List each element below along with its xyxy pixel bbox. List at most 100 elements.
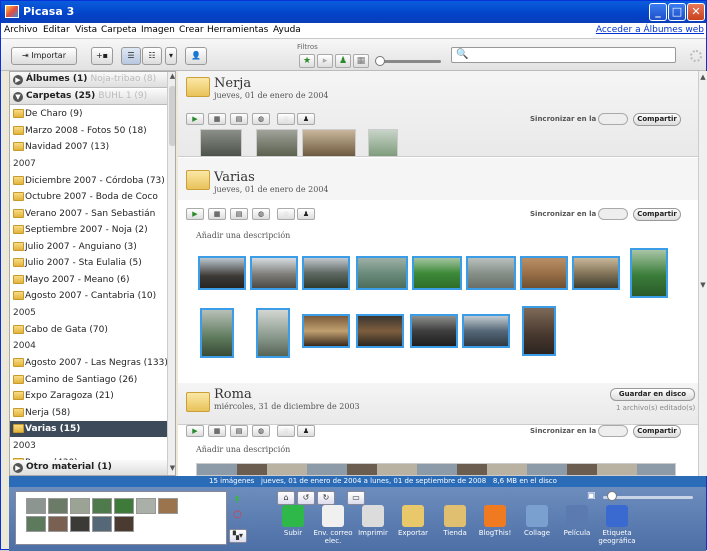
tray-thumbnail[interactable] bbox=[48, 516, 68, 532]
tray-thumbnail[interactable] bbox=[70, 498, 90, 514]
photo-thumbnail[interactable] bbox=[356, 314, 404, 348]
tray-tool-button[interactable]: Collage bbox=[517, 505, 557, 537]
filter-geotag-button[interactable]: ▦ bbox=[353, 54, 369, 68]
sidebar-folder-item[interactable]: De Charo (9) bbox=[10, 106, 167, 122]
album-description[interactable]: Añadir una descripción bbox=[196, 231, 290, 240]
rotate-left-button[interactable]: ↺ bbox=[297, 491, 315, 505]
photo-thumbnail[interactable] bbox=[356, 256, 408, 290]
people-button[interactable]: ♟ bbox=[297, 425, 315, 437]
photo-thumbnail[interactable] bbox=[466, 256, 516, 290]
tree-view-button[interactable]: ☷ bbox=[142, 47, 162, 65]
photo-thumbnail[interactable] bbox=[302, 314, 350, 348]
menu-archivo[interactable]: Archivo bbox=[4, 25, 38, 35]
clear-selection-icon[interactable]: ○ bbox=[233, 509, 242, 520]
menu-editar[interactable]: Editar bbox=[43, 25, 70, 35]
tray-thumbnail[interactable] bbox=[70, 516, 90, 532]
sidebar-folder-item[interactable]: Nerja (58) bbox=[10, 405, 167, 421]
sidebar-folder-item[interactable]: Cabo de Gata (70) bbox=[10, 322, 167, 338]
home-button[interactable]: ⌂ bbox=[277, 491, 295, 505]
scroll-up-arrow-icon[interactable]: ▲ bbox=[168, 72, 175, 82]
albums-header[interactable]: ▶ Álbumes (1) Noja-tribao (8) bbox=[10, 72, 167, 88]
tray-tool-button[interactable]: Exportar bbox=[393, 505, 433, 537]
menu-vista[interactable]: Vista bbox=[75, 25, 97, 35]
sidebar-folder-item[interactable]: Camino de Santiago (26) bbox=[10, 372, 167, 388]
tray-add-button[interactable]: ▚▾ bbox=[229, 529, 247, 543]
photo-thumbnail[interactable] bbox=[520, 256, 568, 290]
selection-tray[interactable] bbox=[15, 491, 227, 545]
rotate-right-button[interactable]: ↻ bbox=[317, 491, 335, 505]
tray-thumbnail[interactable] bbox=[26, 498, 46, 514]
add-to-album-button[interactable]: +▪ bbox=[91, 47, 113, 65]
tray-tool-button[interactable]: Imprimir bbox=[353, 505, 393, 537]
play-slideshow-button[interactable]: ▶ bbox=[186, 113, 204, 125]
photo-thumbnail[interactable] bbox=[302, 256, 350, 290]
sidebar-folder-item[interactable]: Agosto 2007 - Cantabria (10) bbox=[10, 288, 167, 304]
sidebar-folder-item[interactable]: Agosto 2007 - Las Negras (133) bbox=[10, 355, 168, 371]
maximize-button[interactable]: □ bbox=[668, 3, 686, 21]
people-button[interactable]: 👤 bbox=[185, 47, 207, 65]
tray-tool-button[interactable]: Película bbox=[557, 505, 597, 537]
menu-ayuda[interactable]: Ayuda bbox=[273, 25, 301, 35]
collage-button[interactable]: ▦ bbox=[208, 113, 226, 125]
photo-thumbnail[interactable] bbox=[522, 306, 556, 356]
share-button[interactable]: Compartir bbox=[633, 208, 681, 221]
sidebar-folder-item[interactable]: Julio 2007 - Sta Eulalia (5) bbox=[10, 255, 167, 271]
sidebar-scrollbar[interactable]: ▲ ▼ bbox=[167, 72, 175, 475]
close-button[interactable]: ✕ bbox=[687, 3, 705, 21]
geotag-button[interactable]: ◍ bbox=[252, 208, 270, 220]
photo-thumbnail[interactable] bbox=[462, 314, 510, 348]
photo-thumbnail[interactable] bbox=[410, 314, 458, 348]
people-button[interactable]: ♟ bbox=[297, 113, 315, 125]
tray-tool-button[interactable]: BlogThis! bbox=[475, 505, 515, 537]
search-input[interactable]: 🔍 bbox=[451, 47, 676, 63]
menu-carpeta[interactable]: Carpeta bbox=[101, 25, 137, 35]
photo-thumbnail[interactable] bbox=[256, 308, 290, 358]
sidebar-folder-item[interactable]: Verano 2007 - San Sebastián bbox=[10, 206, 167, 222]
sidebar-folder-item[interactable]: Varias (15) bbox=[10, 421, 167, 437]
photo-thumbnail[interactable] bbox=[200, 308, 234, 358]
thumbnail-size-knob[interactable] bbox=[607, 491, 617, 501]
photo-thumbnail-strip[interactable] bbox=[196, 463, 676, 476]
scroll-up-arrow-icon[interactable]: ▲ bbox=[699, 73, 707, 81]
tray-thumbnail[interactable] bbox=[114, 516, 134, 532]
sidebar-scroll-thumb[interactable] bbox=[169, 86, 175, 146]
date-filter-knob[interactable] bbox=[375, 56, 385, 66]
photo-thumbnail[interactable] bbox=[368, 129, 398, 157]
tray-thumbnail[interactable] bbox=[114, 498, 134, 514]
photo-thumbnail[interactable] bbox=[572, 256, 620, 290]
library-scrollbar[interactable]: ▲ ▼ bbox=[698, 71, 707, 476]
photo-thumbnail[interactable] bbox=[256, 129, 298, 157]
sidebar-folder-item[interactable]: Julio 2007 - Anguiano (3) bbox=[10, 239, 167, 255]
expand-arrow-icon[interactable]: ▶ bbox=[13, 75, 23, 85]
star-button[interactable]: ☆ bbox=[277, 425, 295, 437]
tray-tool-button[interactable]: Etiqueta geográfica bbox=[597, 505, 637, 545]
people-button[interactable]: ♟ bbox=[297, 208, 315, 220]
star-button[interactable]: ☆ bbox=[277, 208, 295, 220]
collage-button[interactable]: ▦ bbox=[208, 425, 226, 437]
album-description[interactable]: Añadir una descripción bbox=[196, 445, 290, 454]
date-filter-slider[interactable] bbox=[379, 60, 441, 63]
filter-faces-button[interactable]: ♟ bbox=[335, 54, 351, 68]
album-title[interactable]: Nerja bbox=[214, 76, 251, 91]
tray-thumbnail[interactable] bbox=[26, 516, 46, 532]
geotag-button[interactable]: ◍ bbox=[252, 113, 270, 125]
tray-thumbnail[interactable] bbox=[48, 498, 68, 514]
hold-pin-icon[interactable]: ↟ bbox=[233, 495, 241, 506]
sidebar-folder-item[interactable]: Septiembre 2007 - Noja (2) bbox=[10, 222, 167, 238]
caption-button[interactable]: ▭ bbox=[347, 491, 365, 505]
minimize-button[interactable]: _ bbox=[649, 3, 667, 21]
sidebar-folder-item[interactable]: Mayo 2007 - Meano (6) bbox=[10, 272, 167, 288]
sidebar-folder-item[interactable]: Marzo 2008 - Fotos 50 (18) bbox=[10, 123, 167, 139]
movie-button[interactable]: ▤ bbox=[230, 425, 248, 437]
sidebar-folder-item[interactable]: Diciembre 2007 - Córdoba (73) bbox=[10, 173, 167, 189]
tray-tool-button[interactable]: Env. correo elec. bbox=[313, 505, 353, 545]
photo-thumbnail[interactable] bbox=[198, 256, 246, 290]
play-slideshow-button[interactable]: ▶ bbox=[186, 425, 204, 437]
sidebar-folder-item[interactable]: Octubre 2007 - Boda de Coco bbox=[10, 189, 167, 205]
play-slideshow-button[interactable]: ▶ bbox=[186, 208, 204, 220]
filter-video-button[interactable]: ▸ bbox=[317, 54, 333, 68]
sync-web-toggle[interactable] bbox=[598, 425, 628, 437]
collage-button[interactable]: ▦ bbox=[208, 208, 226, 220]
geotag-button[interactable]: ◍ bbox=[252, 425, 270, 437]
menu-crear[interactable]: Crear bbox=[179, 25, 204, 35]
